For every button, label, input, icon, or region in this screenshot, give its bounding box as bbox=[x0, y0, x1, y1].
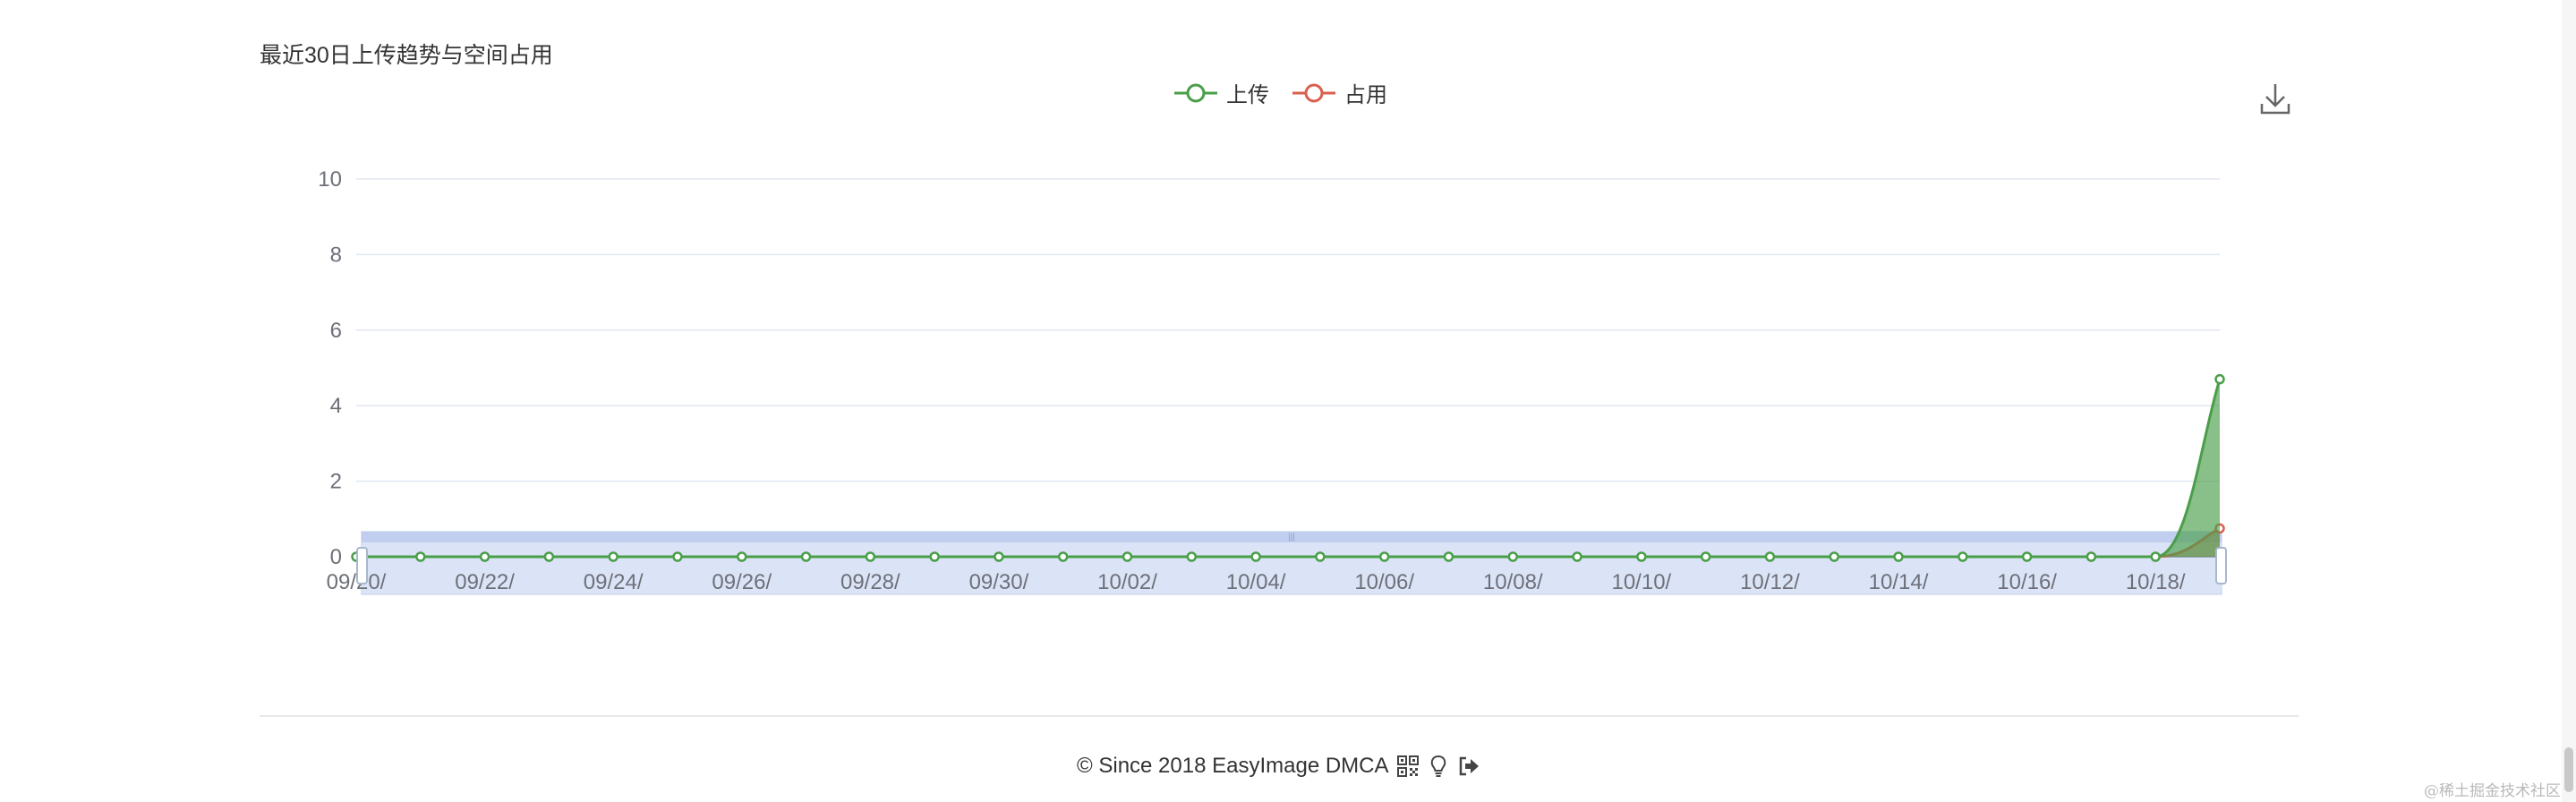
y-tick-label: 4 bbox=[330, 394, 342, 418]
x-tick-label: 10/18/ bbox=[2126, 570, 2186, 594]
y-tick-label: 2 bbox=[330, 470, 342, 494]
qrcode-icon[interactable] bbox=[1396, 755, 1420, 778]
data-point-upload bbox=[1958, 551, 1968, 562]
y-tick-label: 6 bbox=[330, 319, 342, 343]
x-tick-label: 10/16/ bbox=[1997, 570, 2057, 594]
data-point-upload bbox=[1315, 551, 1326, 562]
data-point-upload bbox=[479, 551, 490, 562]
x-tick-label: 09/22/ bbox=[455, 570, 515, 594]
scrollbar-thumb[interactable] bbox=[2564, 747, 2573, 792]
data-point-upload bbox=[929, 551, 940, 562]
x-tick-label: 09/26/ bbox=[712, 570, 772, 594]
data-point-upload bbox=[1893, 551, 1904, 562]
y-tick-label: 8 bbox=[330, 243, 342, 267]
data-point-upload bbox=[994, 551, 1004, 562]
x-tick-label: 10/04/ bbox=[1226, 570, 1286, 594]
x-tick-label: 10/14/ bbox=[1869, 570, 1929, 594]
data-point-upload bbox=[1700, 551, 1711, 562]
data-point-upload bbox=[2021, 551, 2033, 562]
y-tick-label: 10 bbox=[318, 167, 342, 192]
data-point-upload bbox=[1829, 551, 1839, 562]
watermark: @稀土掘金技术社区 bbox=[2424, 782, 2561, 800]
data-zoom-handle-right[interactable] bbox=[2215, 547, 2227, 584]
x-tick-label: 10/10/ bbox=[1611, 570, 1671, 594]
x-tick-label: 10/02/ bbox=[1097, 570, 1157, 594]
lightbulb-icon[interactable] bbox=[1427, 755, 1450, 778]
data-point-upload bbox=[1186, 551, 1198, 562]
data-point-upload bbox=[672, 551, 683, 562]
logout-icon[interactable] bbox=[1457, 755, 1480, 778]
footer-text: © Since 2018 EasyImage DMCA bbox=[1077, 754, 1389, 778]
data-point-upload bbox=[2214, 373, 2225, 385]
data-point-upload bbox=[2150, 551, 2161, 562]
footer-divider bbox=[260, 715, 2299, 717]
data-zoom-grip: ||| bbox=[1288, 533, 1295, 542]
data-point-upload bbox=[737, 551, 747, 562]
y-tick-label: 0 bbox=[330, 545, 342, 569]
data-point-upload bbox=[1378, 551, 1390, 562]
data-point-upload bbox=[543, 551, 555, 562]
data-point-upload bbox=[1250, 551, 1261, 562]
data-point-upload bbox=[1507, 551, 1519, 562]
footer: © Since 2018 EasyImage DMCA bbox=[1077, 754, 1480, 779]
data-point-upload bbox=[1572, 551, 1582, 562]
chart-plot: 0246810|||09/20/09/22/09/24/09/26/09/28/… bbox=[318, 167, 2227, 595]
data-point-upload bbox=[415, 551, 426, 562]
data-point-upload bbox=[1057, 551, 1069, 562]
vertical-scrollbar[interactable] bbox=[2562, 0, 2576, 802]
chart-page: 最近30日上传趋势与空间占用 上传 占用 0 2 4 6 8 10 ||| 09/20/09/… bbox=[0, 0, 2576, 802]
data-point-upload bbox=[865, 551, 876, 562]
data-point-upload bbox=[608, 551, 618, 562]
x-tick-label: 10/08/ bbox=[1483, 570, 1543, 594]
data-point-upload bbox=[1636, 551, 1647, 562]
data-point-upload bbox=[2086, 551, 2097, 562]
x-tick-label: 09/28/ bbox=[840, 570, 900, 594]
data-point-upload bbox=[800, 551, 812, 562]
data-point-upload bbox=[1764, 551, 1776, 562]
data-point-upload bbox=[1122, 551, 1133, 562]
x-tick-label: 10/12/ bbox=[1740, 570, 1800, 594]
x-tick-label: 10/06/ bbox=[1354, 570, 1414, 594]
data-point-upload bbox=[1443, 551, 1454, 562]
x-tick-label: 09/24/ bbox=[584, 570, 644, 594]
data-zoom-handle-left[interactable] bbox=[356, 547, 368, 584]
x-tick-label: 09/30/ bbox=[969, 570, 1029, 594]
